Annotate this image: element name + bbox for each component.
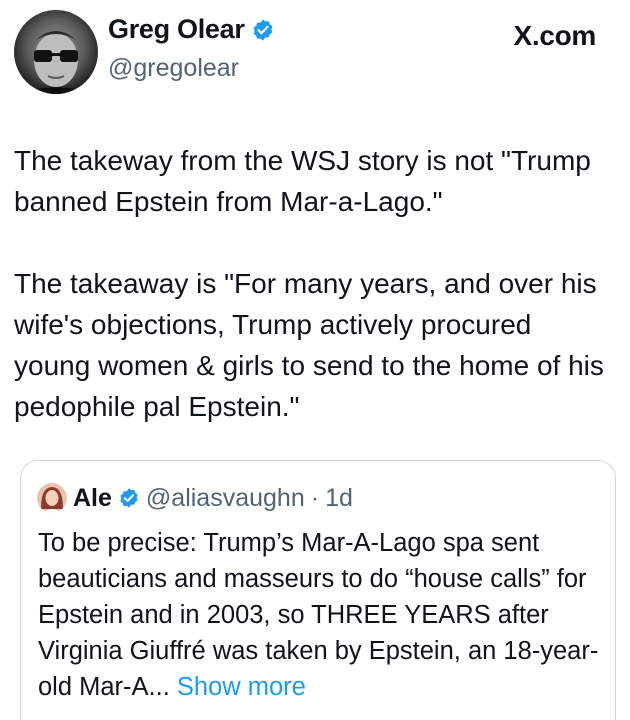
author-display-name[interactable]: Greg Olear [108, 14, 245, 45]
verified-badge-icon [118, 487, 140, 509]
quoted-author-avatar[interactable] [37, 483, 67, 513]
quoted-tweet-card[interactable]: Ale @aliasvaughn · 1d To be precise: Trump… [20, 460, 616, 720]
tweet-paragraph: The takeway from the WSJ story is not "T… [14, 145, 591, 217]
quoted-tweet-body: To be precise: Trump’s Mar-A-Lago spa se… [38, 529, 599, 701]
avatar-photo-icon [22, 31, 90, 94]
author-handle[interactable]: @gregolear [108, 54, 239, 83]
avatar-photo-icon [37, 483, 67, 513]
timestamp-separator: · [310, 483, 320, 512]
quoted-author-name[interactable]: Ale [73, 484, 112, 513]
tweet-paragraph: The takeaway is "For many years, and ove… [14, 268, 604, 422]
platform-label: X.com [513, 20, 596, 51]
author-name-row: Greg Olear [108, 14, 275, 45]
quoted-author-handle[interactable]: @aliasvaughn [146, 484, 305, 513]
quoted-timestamp[interactable]: 1d [325, 484, 353, 513]
tweet-header: Greg Olear @gregolear X.com [0, 0, 630, 110]
show-more-link[interactable]: Show more [170, 673, 306, 701]
quoted-tweet-header: Ale @aliasvaughn · 1d [37, 483, 353, 513]
author-avatar[interactable] [14, 10, 98, 94]
verified-badge-icon [251, 18, 275, 42]
tweet-body: The takeway from the WSJ story is not "T… [14, 140, 614, 427]
quoted-tweet-text: To be precise: Trump’s Mar-A-Lago spa se… [38, 525, 608, 705]
